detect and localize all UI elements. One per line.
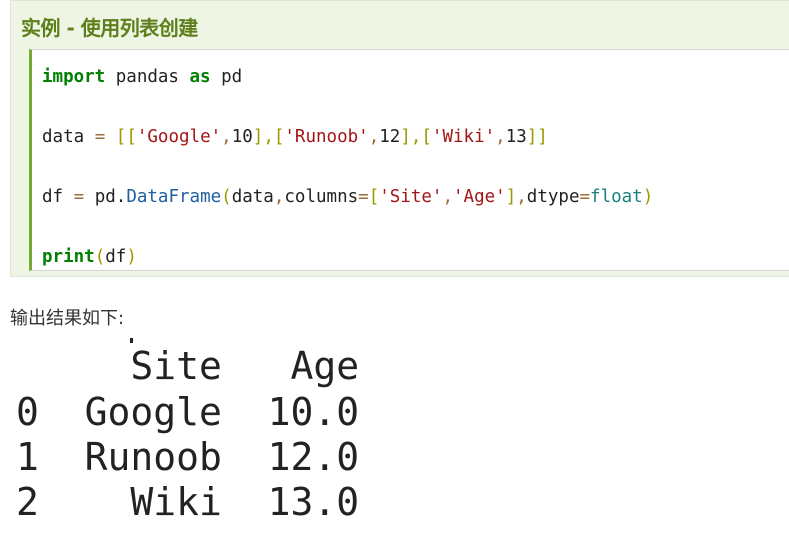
code-token: 'Wiki' xyxy=(431,127,496,147)
code-token: import xyxy=(42,67,106,87)
code-token: as xyxy=(189,67,211,87)
code-token: [ xyxy=(368,187,380,207)
code-token: data xyxy=(231,187,274,207)
code-token: pandas xyxy=(105,67,190,87)
code-token: df xyxy=(42,187,74,207)
code-block: import pandas as pd data = [['Google',10… xyxy=(29,49,789,271)
code-token: pd. xyxy=(84,187,127,207)
code-token: ) xyxy=(642,187,654,207)
code-token: , xyxy=(221,127,232,147)
code-token: pd xyxy=(210,67,243,87)
code-token: ] xyxy=(505,187,517,207)
code-token: DataFrame xyxy=(126,187,222,207)
code-token: , xyxy=(442,187,454,207)
code-token: = xyxy=(579,187,591,207)
code-token: ( xyxy=(94,247,106,267)
code-token: , xyxy=(516,187,527,207)
output-row-1: 1 Runoob 12.0 xyxy=(16,435,360,479)
code-token: ) xyxy=(126,247,137,267)
code-token: 10 xyxy=(231,127,253,147)
code-token: print xyxy=(42,247,95,267)
code-token: ],[ xyxy=(252,127,285,147)
crop-artifact xyxy=(130,338,133,343)
example-title: 实例 - 使用列表创建 xyxy=(21,16,198,40)
code-token: = xyxy=(73,187,85,207)
code-line-2: data = [['Google',10],['Runoob',12],['Wi… xyxy=(42,125,548,149)
output-row-2: 2 Wiki 13.0 xyxy=(16,480,360,524)
code-token: 'Age' xyxy=(453,187,506,207)
code-token: , xyxy=(495,127,506,147)
code-token: = xyxy=(358,187,369,207)
code-token: ( xyxy=(221,187,232,207)
output-label: 输出结果如下: xyxy=(10,308,125,329)
output-header-row: Site Age xyxy=(16,344,360,388)
code-token: ]] xyxy=(526,127,548,147)
example-box: 实例 - 使用列表创建 import pandas as pd data = [… xyxy=(10,0,789,277)
code-token: df xyxy=(105,247,127,267)
code-token: , xyxy=(273,187,285,207)
code-token: [[ xyxy=(115,127,137,147)
output-image: Site Age 0 Google 10.0 1 Runoob 12.0 2 W… xyxy=(16,338,376,528)
code-token: 12 xyxy=(379,127,401,147)
code-token: 'Google' xyxy=(136,127,222,147)
code-line-4: print(df) xyxy=(42,245,137,269)
code-line-3: df = pd.DataFrame(data,columns=['Site','… xyxy=(42,185,653,209)
code-token: 13 xyxy=(505,127,527,147)
code-token: , xyxy=(368,127,380,147)
code-token: float xyxy=(590,187,643,207)
code-token: 'Site' xyxy=(379,187,443,207)
output-row-0: 0 Google 10.0 xyxy=(16,390,360,434)
code-token: = xyxy=(94,127,106,147)
code-token: data xyxy=(42,127,95,147)
code-line-1: import pandas as pd xyxy=(42,65,242,89)
code-token: dtype xyxy=(526,187,580,207)
code-token: columns xyxy=(284,187,359,207)
code-token: 'Runoob' xyxy=(284,127,369,147)
code-token: ],[ xyxy=(400,127,432,147)
